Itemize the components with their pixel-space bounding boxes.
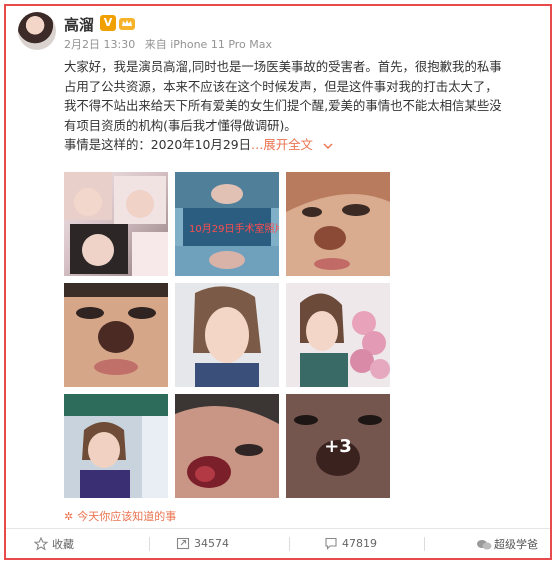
post-text-line: 事情是这样的：2020年10月29日 xyxy=(64,137,251,153)
post-image-photo xyxy=(64,172,168,276)
favorite-label: 收藏 xyxy=(52,538,74,551)
divider xyxy=(149,537,150,551)
post-text-line: 占用了公共资源，本来不应该在这个时候发声，但是这件事对我的打击太大了， xyxy=(64,78,498,94)
post-text-line: 有项目资质的机构(事后我才懂得做调研)。 xyxy=(64,117,297,133)
repost-button[interactable]: 34574 xyxy=(176,536,229,550)
topic-tag[interactable]: ✲ 今天你应该知道的事 xyxy=(64,508,176,524)
verified-badge-icon: V xyxy=(100,15,116,31)
post-image[interactable] xyxy=(286,172,390,276)
post-image-photo: 10月29日手术室照片 xyxy=(175,172,279,276)
repost-icon xyxy=(176,537,190,550)
divider xyxy=(424,537,425,551)
avatar[interactable] xyxy=(18,12,56,50)
image-overlay-text: 10月29日手术室照片 xyxy=(189,222,279,235)
post-image-photo xyxy=(64,394,168,498)
comment-icon xyxy=(325,537,337,550)
topic-flower-icon: ✲ xyxy=(64,510,74,523)
post-image[interactable] xyxy=(64,283,168,387)
post-text-line: 大家好，我是演员高溜,同时也是一场医美事故的受害者。首先，很抱歉我的私事 xyxy=(64,59,502,74)
repost-count: 34574 xyxy=(194,536,229,550)
watermark: 超级学爸 xyxy=(476,536,538,552)
member-crown-icon xyxy=(119,18,135,30)
divider xyxy=(289,537,290,551)
post-image-photo xyxy=(286,283,390,387)
post-source: 来自 iPhone 11 Pro Max xyxy=(144,38,273,51)
favorite-button[interactable]: 收藏 xyxy=(34,536,74,552)
star-icon xyxy=(34,537,48,551)
author-name[interactable]: 高溜 xyxy=(64,14,94,35)
post-image[interactable] xyxy=(64,394,168,498)
weibo-post-card: 高溜 V 2月2日 13:30 来自 iPhone 11 Pro Max 大家好… xyxy=(4,4,552,560)
wechat-icon xyxy=(477,540,492,550)
comment-count: 47819 xyxy=(342,536,377,550)
post-image-photo xyxy=(175,283,279,387)
topic-text[interactable]: 今天你应该知道的事 xyxy=(77,510,176,523)
post-image[interactable] xyxy=(175,283,279,387)
post-meta: 2月2日 13:30 来自 iPhone 11 Pro Max xyxy=(64,36,278,52)
post-image[interactable] xyxy=(64,172,168,276)
post-image[interactable]: 10月29日手术室照片 xyxy=(175,172,279,276)
expand-text-link[interactable]: …展开全文 xyxy=(251,137,333,152)
post-text-last-line: 事情是这样的：2020年10月29日…展开全文 xyxy=(64,135,544,155)
post-image[interactable] xyxy=(175,394,279,498)
post-text-line: 我不得不站出来给天下所有爱美的女生们提个醒,爱美的事情也不能太相信某些没 xyxy=(64,98,502,114)
more-images-count[interactable]: +3 xyxy=(286,394,390,498)
expand-text-label[interactable]: 展开全文 xyxy=(263,137,313,152)
watermark-text: 超级学爸 xyxy=(494,538,538,551)
post-image[interactable] xyxy=(286,283,390,387)
post-image-photo xyxy=(175,394,279,498)
post-image[interactable]: +3 xyxy=(286,394,390,498)
chevron-down-icon[interactable] xyxy=(323,142,333,150)
post-text: 大家好，我是演员高溜,同时也是一场医美事故的受害者。首先，很抱歉我的私事 占用了… xyxy=(64,57,544,155)
post-image-photo xyxy=(286,172,390,276)
action-bar: 收藏 34574 47819 超级学爸 xyxy=(6,528,550,559)
post-image-photo xyxy=(64,283,168,387)
comment-button[interactable]: 47819 xyxy=(324,536,377,550)
post-date[interactable]: 2月2日 13:30 xyxy=(64,38,135,51)
